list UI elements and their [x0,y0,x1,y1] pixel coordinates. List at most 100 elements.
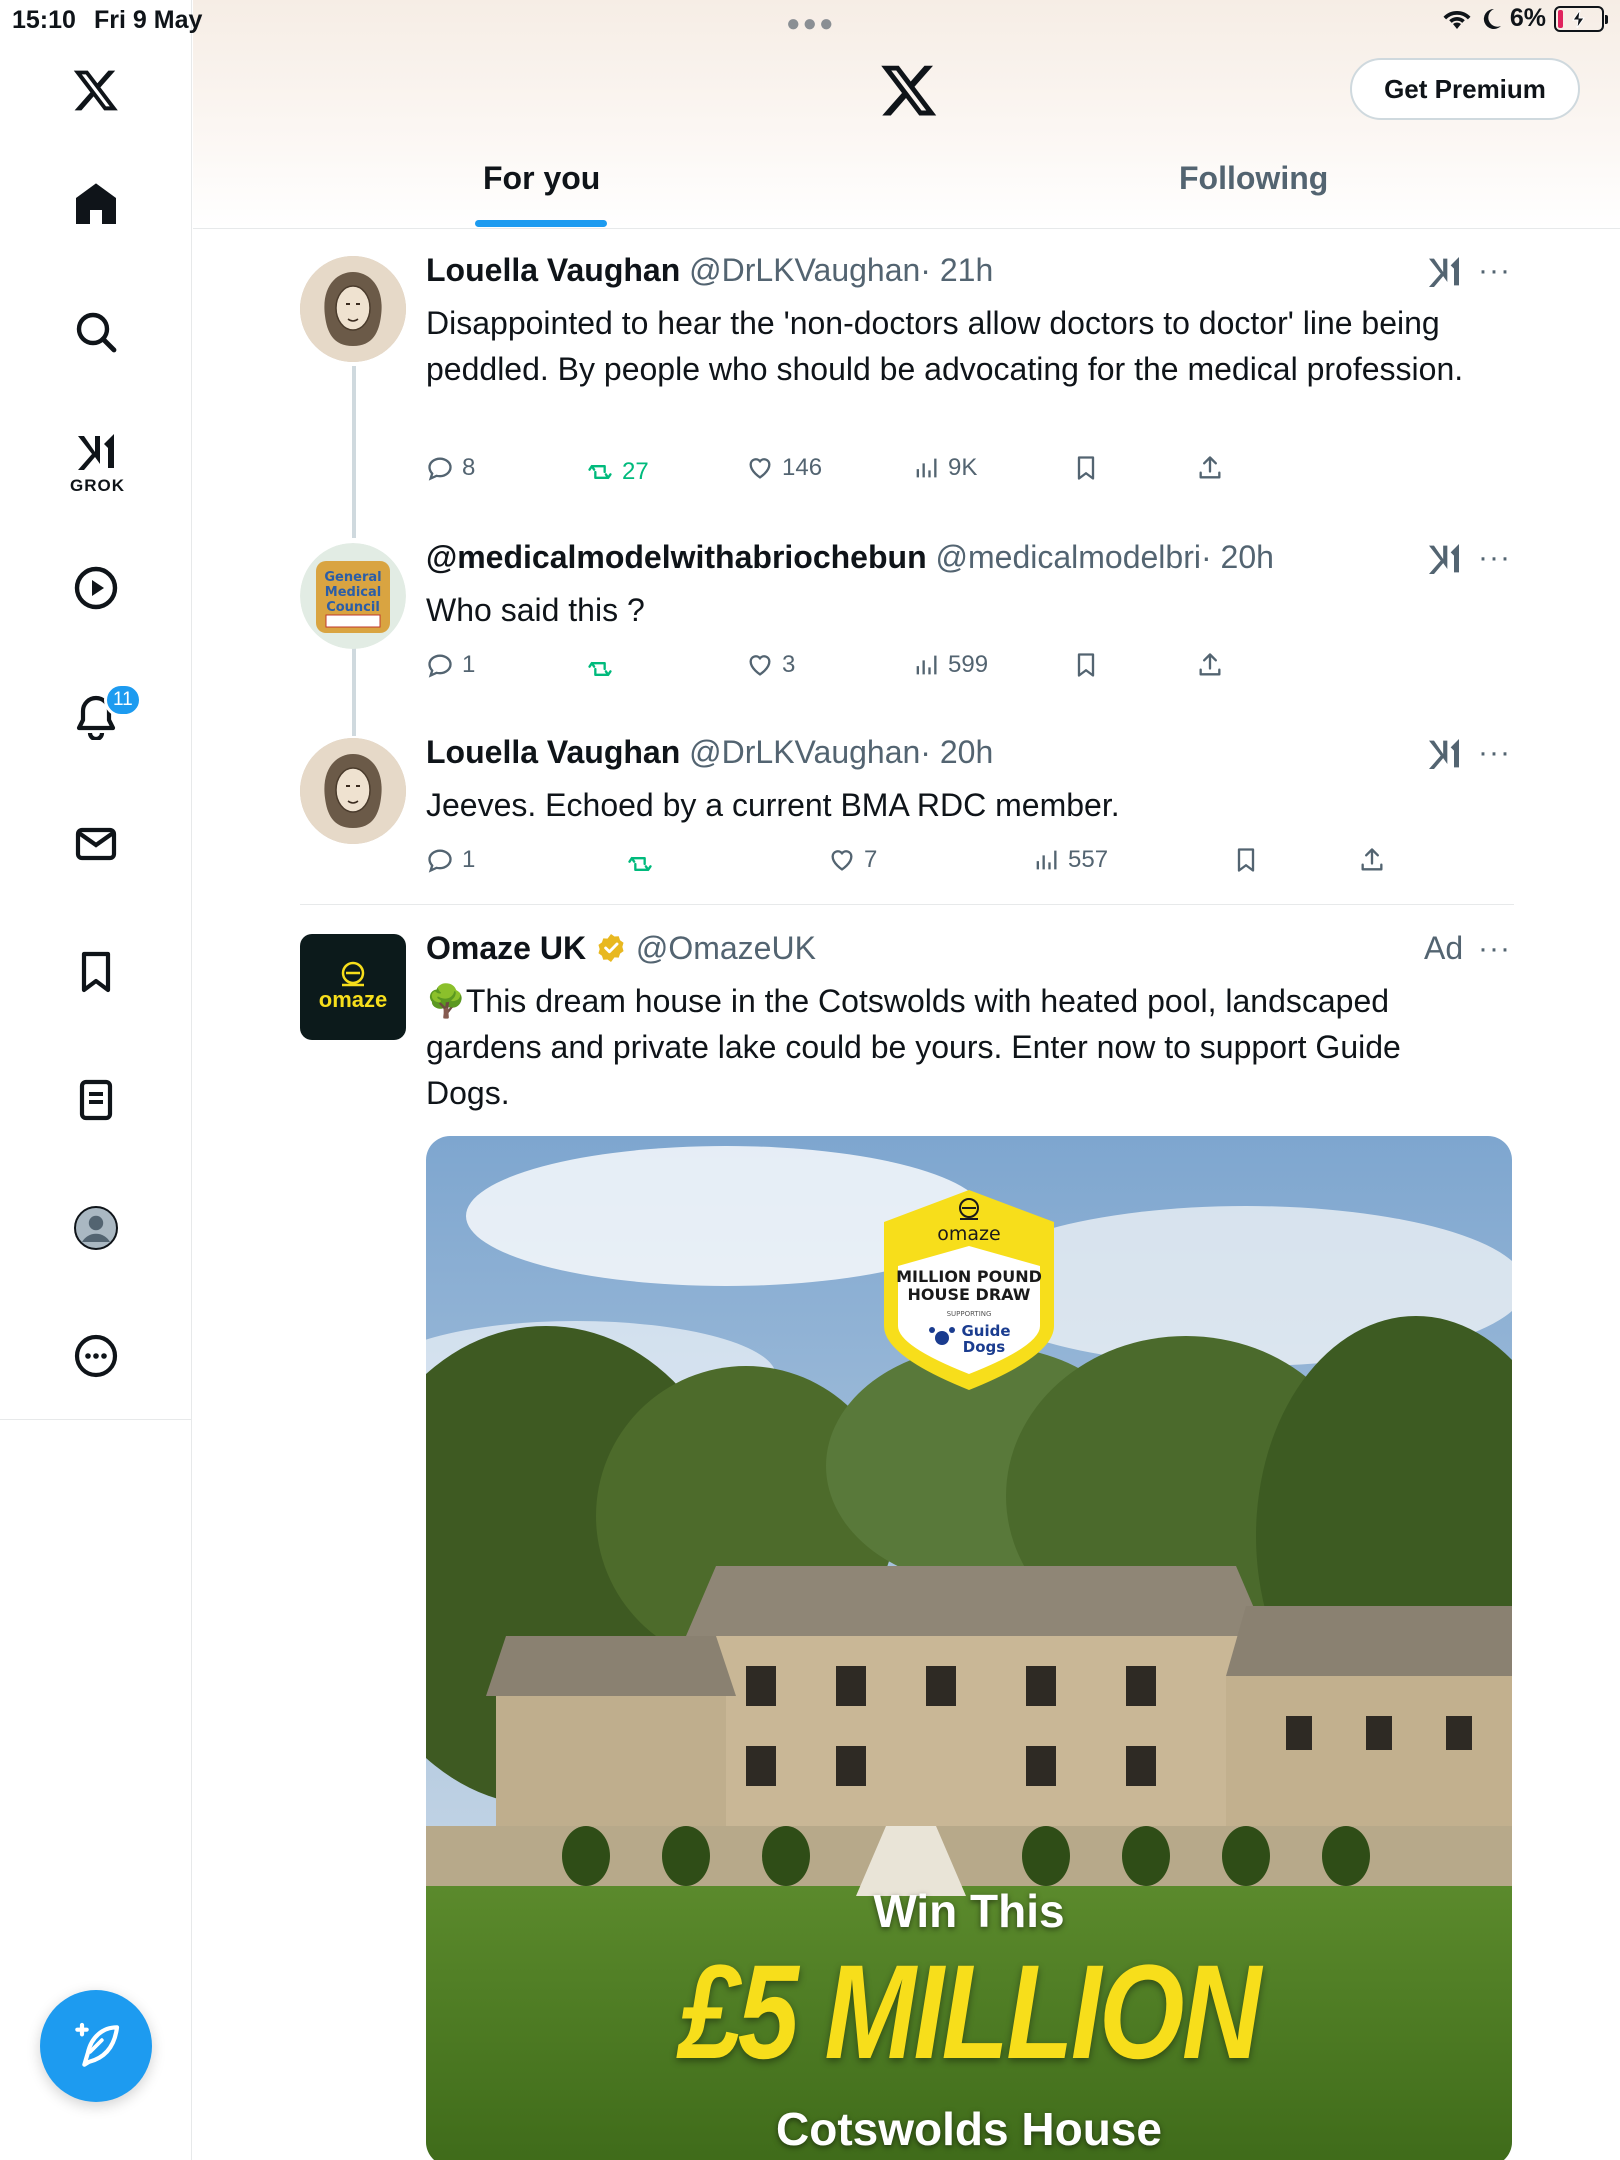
reply-count: 8 [462,454,476,481]
tweet-time[interactable]: · 20h [1201,539,1274,575]
ad-prize-amount: £5 MILLION [679,1938,1261,2087]
bookmark-icon [1077,653,1095,677]
reply-button[interactable]: 1 [426,846,475,874]
x-logo-icon[interactable] [56,50,136,130]
active-tab-indicator [475,220,607,227]
tweet[interactable]: General Medical Council @medicalmodelwitha… [300,539,1514,689]
repost-button[interactable] [626,850,654,878]
like-button[interactable]: 146 [746,454,822,482]
messages-envelope-icon[interactable] [56,804,136,884]
views-chart-icon [916,655,937,675]
badge-charity-2: Dogs [963,1338,1005,1356]
more-options-icon[interactable]: ··· [1478,541,1511,575]
views-button[interactable]: 599 [912,651,988,679]
like-button[interactable]: 3 [746,651,795,679]
repost-icon [628,857,652,871]
status-time: 15:10 [12,6,76,34]
tweet-text: Who said this ? [426,592,645,628]
lists-icon[interactable] [56,1060,136,1140]
tweet[interactable]: Louella Vaughan @DrLKVaughan· 20h ··· Je… [300,734,1514,884]
bookmark-button[interactable] [1232,846,1260,874]
reply-button[interactable]: 1 [426,651,475,679]
grok-icon[interactable] [1424,539,1464,579]
view-count: 599 [948,651,989,678]
reply-icon [428,849,452,873]
avatar[interactable]: General Medical Council [300,543,406,649]
ad-headline: Win This [873,1885,1065,1937]
author-handle[interactable]: @DrLKVaughan [689,734,920,770]
share-icon [1199,653,1221,676]
home-icon[interactable] [56,164,136,244]
x-logo-icon[interactable] [879,60,939,120]
tab-for-you[interactable]: For you [483,160,600,197]
author-name[interactable]: @medicalmodelwithabriochebun [426,539,927,575]
status-bar: 15:10 Fri 9 May ●●● 6% [0,0,1620,40]
heart-icon [831,850,853,871]
avatar[interactable] [300,256,406,362]
more-options-icon[interactable]: ··· [1478,254,1511,288]
grok-icon[interactable] [1424,734,1464,774]
search-icon[interactable] [56,292,136,372]
more-options-icon[interactable]: ··· [1478,932,1511,966]
badge-brand: omaze [937,1223,1000,1245]
repost-button[interactable] [586,655,614,683]
reply-icon [428,457,452,481]
omaze-logo-icon [341,961,365,987]
more-options-icon[interactable] [56,1316,136,1396]
avatar[interactable]: omaze [300,934,406,1040]
ad-subheadline: Cotswolds House [776,2103,1162,2155]
avatar[interactable] [300,738,406,844]
repost-count: 27 [622,458,649,485]
status-indicators: 6% [1442,4,1608,33]
compose-post-button[interactable] [40,1990,152,2102]
share-button[interactable] [1196,454,1224,482]
reply-count: 1 [462,651,476,678]
views-button[interactable]: 9K [912,454,977,482]
share-button[interactable] [1196,651,1224,679]
tweet-header: Omaze UK @OmazeUK [426,930,816,967]
author-handle[interactable]: @DrLKVaughan [689,252,920,288]
share-button[interactable] [1358,846,1386,874]
tab-following[interactable]: Following [1179,160,1328,197]
tweet-header: Louella Vaughan @DrLKVaughan· 21h [426,252,993,289]
badge-supporting: SUPPORTING [947,1310,992,1318]
status-date: Fri 9 May [94,6,203,34]
verified-badge-icon [598,934,624,962]
views-button[interactable]: 557 [1032,846,1108,874]
tweet-actions: 1 7 557 [426,846,1426,886]
author-name[interactable]: Louella Vaughan [426,252,680,288]
like-count: 3 [782,651,796,678]
sidebar-divider [191,1420,192,2160]
bookmark-button[interactable] [1072,454,1100,482]
video-play-icon[interactable] [56,548,136,628]
million-pound-badge: omaze MILLION POUND HOUSE DRAW SUPPORTIN… [884,1190,1054,1390]
sidebar: GROK 11 [0,0,192,1420]
bookmark-icon [1237,848,1255,872]
notifications-badge: 11 [104,683,142,717]
repost-button[interactable]: 27 [586,458,649,486]
multitasking-dots-icon[interactable]: ●●● [786,10,836,38]
heart-icon [749,458,771,479]
author-name[interactable]: Omaze UK [426,930,586,966]
get-premium-button[interactable]: Get Premium [1350,58,1580,120]
ad-image[interactable]: omaze MILLION POUND HOUSE DRAW SUPPORTIN… [426,1136,1512,2160]
share-icon [1361,848,1383,871]
profile-avatar-icon[interactable] [56,1188,136,1268]
badge-title-2: HOUSE DRAW [908,1285,1031,1304]
grok-icon[interactable] [1424,252,1464,292]
author-name[interactable]: Louella Vaughan [426,734,680,770]
tweet-time[interactable]: · 20h [920,734,993,770]
tweet[interactable]: Louella Vaughan @DrLKVaughan· 21h ··· Di… [300,252,1514,492]
tweet-time[interactable]: · 21h [920,252,993,288]
bookmarks-icon[interactable] [56,932,136,1012]
like-count: 146 [782,454,823,481]
author-handle[interactable]: @OmazeUK [636,930,816,966]
reply-icon [428,654,452,678]
author-handle[interactable]: @medicalmodelbri [936,539,1201,575]
like-button[interactable]: 7 [828,846,877,874]
views-chart-icon [1036,850,1057,870]
battery-icon [1554,5,1608,32]
more-options-icon[interactable]: ··· [1478,736,1511,770]
reply-button[interactable]: 8 [426,454,475,482]
bookmark-button[interactable] [1072,651,1100,679]
